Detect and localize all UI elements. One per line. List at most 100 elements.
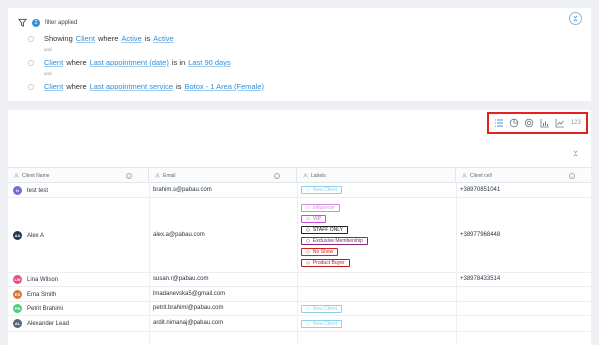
condition-field-link[interactable]: Client (44, 58, 63, 67)
avatar: tt (13, 186, 22, 195)
person-icon (462, 173, 467, 178)
email-cell: ardit.nimanaj@pabau.com (153, 320, 224, 326)
condition-attribute-link[interactable]: Active (121, 34, 141, 43)
filter-count-badge: 2 (32, 18, 40, 27)
label-tag[interactable]: ◇ New Client (301, 320, 343, 328)
client-name: Lina Wilson (27, 276, 59, 283)
label-tag[interactable]: ◇ Product Buyer (301, 259, 350, 267)
table-row[interactable]: tt test test brahim.s@pabau.com ◇ New Cli… (8, 183, 591, 198)
radio-circle[interactable] (28, 83, 34, 90)
client-name-cell[interactable]: PB Petrit Brahimi (13, 304, 63, 313)
tag-label: No Show (312, 249, 334, 255)
radio-circle[interactable] (28, 59, 34, 66)
client-name-cell[interactable]: tt test test (13, 186, 48, 195)
person-icon (155, 173, 160, 178)
info-icon[interactable]: i (126, 173, 132, 179)
label-tag[interactable]: ◇ New Client (301, 186, 343, 194)
tag-label: Exclusive Membership (312, 238, 363, 244)
column-header-client-name[interactable]: Client Name i (8, 168, 149, 183)
condition-value-link[interactable]: Botox - 1 Area (Female) (184, 82, 264, 91)
tag-icon: ◇ (306, 321, 310, 327)
client-name-cell[interactable]: LW Lina Wilson (13, 275, 58, 284)
condition-value-link[interactable]: Last 90 days (188, 58, 231, 67)
tag-label: STAFF ONLY (312, 227, 343, 233)
avatar: LW (13, 275, 22, 284)
filter-summary[interactable]: 2 filter applied (18, 18, 77, 27)
expand-button[interactable] (569, 147, 581, 159)
filter-condition: Showing Client where Active is Active (28, 34, 177, 43)
client-name-cell[interactable]: AA Alex A (13, 231, 44, 240)
table-row[interactable]: LW Lina Wilson susan.r@pabau.com +389784… (8, 273, 591, 287)
column-header-client-cell[interactable]: Client cell i (456, 168, 591, 183)
expand-collapse-icon (572, 150, 578, 156)
table-header: Client Name i Email i Labels Client cell… (8, 167, 591, 183)
number-view-button[interactable]: 123 (570, 120, 582, 126)
email-cell: susan.r@pabau.com (153, 276, 209, 282)
column-header-labels[interactable]: Labels (297, 168, 456, 183)
table-row[interactable]: AA Alex A alex.a@pabau.com ◇ Influencer ◇… (8, 198, 591, 273)
column-label: Client Name (22, 172, 50, 179)
bar-chart-button[interactable] (539, 118, 550, 129)
list-icon (494, 119, 503, 127)
bar-chart-icon (540, 119, 549, 128)
donut-chart-button[interactable] (524, 118, 535, 129)
collapse-filter-button[interactable] (569, 12, 582, 25)
client-name: Alex A (27, 232, 45, 239)
info-icon[interactable]: i (569, 173, 575, 179)
tag-label: New Client (312, 321, 338, 327)
tag-label: New Client (312, 306, 338, 312)
line-chart-button[interactable] (554, 118, 565, 129)
pie-chart-icon (509, 118, 519, 128)
label-tag[interactable]: ◇ Exclusive Membership (301, 237, 368, 245)
tag-label: Influencer (312, 205, 335, 211)
condition-attribute-link[interactable]: Last appointment service (90, 82, 173, 91)
condition-field-link[interactable]: Client (44, 82, 63, 91)
view-toolbar: 123 (487, 112, 588, 134)
list-view-button[interactable] (493, 118, 504, 129)
client-name-cell[interactable]: AL Alexander Lead (13, 319, 69, 328)
client-cell-value: +38970851041 (460, 187, 501, 193)
results-panel: 123 Client Name i Email i Labels Client … (8, 110, 591, 345)
collapse-icon (573, 15, 578, 22)
info-icon[interactable]: i (274, 173, 280, 179)
donut-chart-icon (525, 118, 534, 128)
condition-operator: is (176, 82, 182, 91)
condition-word: where (66, 82, 87, 91)
pie-chart-button[interactable] (508, 118, 519, 129)
table-row[interactable]: PB Petrit Brahimi petrit.brahimi@pabau.c… (8, 302, 591, 316)
tag-label: New Client (312, 187, 338, 193)
table-row[interactable]: AL Alexander Lead ardit.nimanaj@pabau.co… (8, 316, 591, 332)
line-chart-icon (555, 119, 564, 128)
filter-panel: 2 filter applied Showing Client where Ac… (8, 8, 591, 101)
label-tag[interactable]: ◇ STAFF ONLY (301, 226, 348, 234)
and-label: and (44, 47, 52, 52)
filter-condition: Client where Last appointment service is… (28, 82, 267, 91)
person-icon (303, 173, 308, 178)
label-tag[interactable]: ◇ Influencer (301, 204, 340, 212)
and-label: and (44, 71, 52, 76)
condition-value-link[interactable]: Active (153, 34, 173, 43)
condition-operator: is in (171, 58, 186, 67)
condition-attribute-link[interactable]: Last appointment (date) (90, 58, 169, 67)
condition-prefix: Showing (44, 34, 73, 43)
filter-condition: Client where Last appointment (date) is … (28, 58, 234, 67)
email-cell: alex.a@pabau.com (153, 232, 205, 238)
email-cell: lmadanevska5@gmail.com (153, 291, 226, 297)
column-label: Email (163, 172, 176, 179)
client-name-cell[interactable]: ES Ema Smith (13, 290, 56, 299)
column-header-email[interactable]: Email i (149, 168, 297, 183)
radio-circle[interactable] (28, 35, 34, 42)
tag-icon: ◇ (306, 249, 310, 255)
label-tag[interactable]: ◇ VIP (301, 215, 326, 223)
client-cell-value: +38978433514 (460, 276, 501, 282)
condition-operator: is (144, 34, 151, 43)
tag-icon: ◇ (306, 306, 310, 312)
label-tag[interactable]: ◇ No Show (301, 248, 339, 256)
tag-icon: ◇ (306, 187, 310, 193)
condition-field-link[interactable]: Client (76, 34, 95, 43)
label-tag[interactable]: ◇ New Client (301, 305, 343, 313)
tag-icon: ◇ (306, 238, 310, 244)
table-row[interactable]: ES Ema Smith lmadanevska5@gmail.com (8, 287, 591, 302)
client-name: Alexander Lead (27, 320, 70, 327)
tag-icon: ◇ (306, 227, 310, 233)
